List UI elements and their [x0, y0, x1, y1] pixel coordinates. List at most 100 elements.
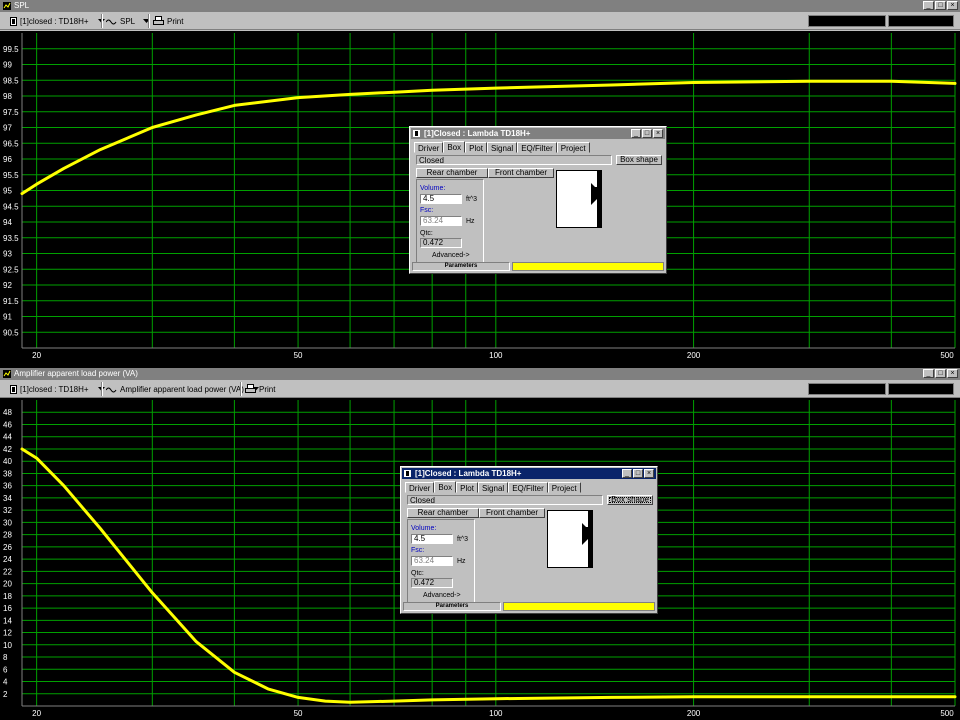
x-tick-label: 20 [32, 709, 41, 718]
box-dialog-top: [1]Closed : Lambda TD18H+ _ □ × Driver B… [409, 126, 667, 274]
close-button[interactable]: × [653, 129, 663, 138]
graph-window-icon [3, 370, 11, 378]
minimize-button[interactable]: _ [631, 129, 641, 138]
tab-plot[interactable]: Plot [456, 482, 478, 493]
wave-icon [106, 387, 117, 392]
box-shape-button[interactable]: Box shape [616, 155, 662, 165]
tab-signal[interactable]: Signal [477, 482, 509, 493]
tab-project[interactable]: Project [556, 142, 590, 153]
tab-project[interactable]: Project [547, 482, 581, 493]
project-select[interactable]: [1]closed : TD18H+ [10, 14, 105, 28]
volume-label: Volume: [411, 525, 437, 532]
volume-field[interactable]: 4.5 [411, 534, 453, 544]
spl-window-titlebar[interactable]: SPL _ □ × [0, 0, 960, 12]
advanced-button[interactable]: Advanced-> [423, 592, 461, 600]
y-tick-label: 95.5 [3, 171, 19, 180]
readout-box-2 [888, 15, 954, 27]
volume-label: Volume: [420, 185, 446, 192]
tab-signal[interactable]: Signal [486, 142, 518, 153]
printer-icon [245, 384, 256, 393]
maximize-button[interactable]: □ [642, 129, 652, 138]
dialog-tabs: Driver Box Plot Signal EQ/Filter Project [414, 141, 590, 153]
x-tick-label: 500 [940, 709, 954, 718]
status-highlight [512, 262, 664, 271]
y-tick-label: 28 [3, 531, 12, 540]
y-tick-label: 92 [3, 281, 12, 290]
toolbar-separator [101, 382, 103, 396]
y-tick-label: 93.5 [3, 234, 19, 243]
y-tick-label: 30 [3, 518, 12, 527]
tab-box[interactable]: Box [443, 141, 466, 153]
graph-select[interactable]: Amplifier apparent load power (VA) [106, 382, 259, 396]
rear-chamber-button[interactable]: Rear chamber [407, 508, 479, 518]
x-tick-label: 500 [940, 351, 954, 360]
x-tick-label: 200 [687, 351, 701, 360]
x-tick-label: 20 [32, 351, 41, 360]
tab-driver[interactable]: Driver [414, 142, 444, 153]
box-type-field[interactable]: Closed [416, 155, 612, 165]
x-tick-label: 200 [687, 709, 701, 718]
box-diagram [556, 170, 602, 228]
y-tick-label: 99.5 [3, 45, 19, 54]
project-select[interactable]: [1]closed : TD18H+ [10, 382, 105, 396]
graph-select-value: SPL [120, 16, 136, 26]
tab-box[interactable]: Box [434, 481, 457, 493]
box-params-panel: Volume: 4.5 ft^3 Fsc: 63.24 Hz Qtc: 0.47… [407, 519, 475, 603]
print-button[interactable]: Print [245, 382, 275, 396]
tab-driver[interactable]: Driver [405, 482, 435, 493]
document-icon [10, 16, 17, 26]
box-shape-button[interactable]: Box shape [607, 495, 653, 505]
power-window-title: Amplifier apparent load power (VA) [14, 369, 138, 378]
tab-eq-filter[interactable]: EQ/Filter [508, 482, 548, 493]
print-button[interactable]: Print [153, 14, 183, 28]
dialog-status-bar: Parameters [412, 262, 664, 271]
print-label: Print [259, 384, 276, 394]
maximize-button[interactable]: □ [633, 469, 643, 478]
y-tick-label: 22 [3, 567, 12, 576]
tab-plot[interactable]: Plot [465, 142, 487, 153]
y-tick-label: 94 [3, 218, 12, 227]
y-tick-label: 44 [3, 433, 12, 442]
y-tick-label: 98 [3, 92, 12, 101]
y-tick-label: 95 [3, 187, 12, 196]
x-tick-label: 100 [489, 351, 503, 360]
fsc-unit: Hz [457, 558, 466, 565]
status-highlight [503, 602, 655, 611]
close-button[interactable]: × [644, 469, 654, 478]
dialog-titlebar[interactable]: [1]Closed : Lambda TD18H+ _ □ × [402, 468, 656, 479]
close-button[interactable]: × [947, 369, 958, 378]
front-chamber-button[interactable]: Front chamber [488, 168, 554, 178]
minimize-button[interactable]: _ [622, 469, 632, 478]
y-tick-label: 36 [3, 482, 12, 491]
graph-select[interactable]: SPL [106, 14, 151, 28]
volume-field[interactable]: 4.5 [420, 194, 462, 204]
minimize-button[interactable]: _ [923, 369, 934, 378]
y-tick-label: 20 [3, 580, 12, 589]
y-tick-label: 46 [3, 420, 12, 429]
project-select-value: [1]closed : TD18H+ [20, 16, 89, 26]
box-params-panel: Volume: 4.5 ft^3 Fsc: 63.24 Hz Qtc: 0.47… [416, 179, 484, 263]
toolbar-separator [101, 14, 103, 28]
box-diagram [547, 510, 593, 568]
y-tick-label: 16 [3, 604, 12, 613]
fsc-field: 63.24 [420, 216, 462, 226]
box-type-field[interactable]: Closed [407, 495, 603, 505]
front-chamber-button[interactable]: Front chamber [479, 508, 545, 518]
advanced-button[interactable]: Advanced-> [432, 252, 470, 260]
y-tick-label: 2 [3, 690, 8, 699]
y-tick-label: 40 [3, 457, 12, 466]
minimize-button[interactable]: _ [923, 1, 934, 10]
y-tick-label: 38 [3, 469, 12, 478]
graph-select-value: Amplifier apparent load power (VA) [120, 384, 244, 394]
tab-eq-filter[interactable]: EQ/Filter [517, 142, 557, 153]
dialog-titlebar[interactable]: [1]Closed : Lambda TD18H+ _ □ × [411, 128, 665, 139]
power-window-titlebar[interactable]: Amplifier apparent load power (VA) _ □ × [0, 368, 960, 380]
dialog-tabs: Driver Box Plot Signal EQ/Filter Project [405, 481, 581, 493]
rear-chamber-button[interactable]: Rear chamber [416, 168, 488, 178]
speaker-icon [582, 511, 592, 567]
maximize-button[interactable]: □ [935, 1, 946, 10]
maximize-button[interactable]: □ [935, 369, 946, 378]
close-button[interactable]: × [947, 1, 958, 10]
document-icon [10, 384, 17, 394]
project-select-value: [1]closed : TD18H+ [20, 384, 89, 394]
